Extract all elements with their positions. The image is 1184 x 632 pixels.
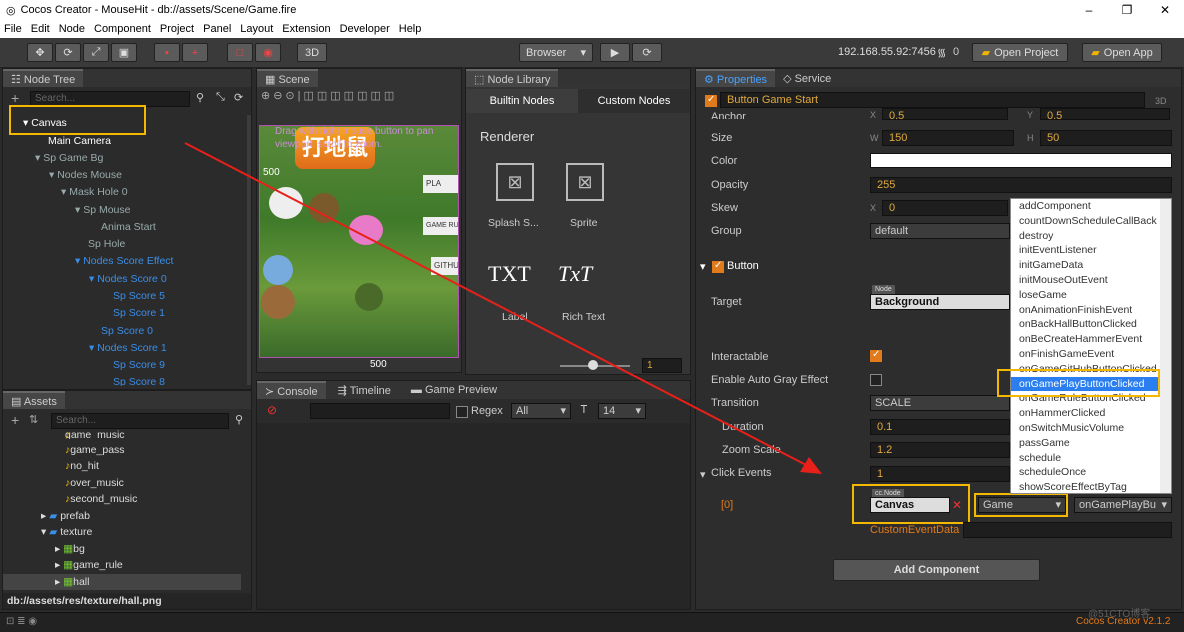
annotation-arrow bbox=[184, 142, 822, 474]
status-bar: ⊡ ≣ ◉ Cocos Creator v2.1.2 @51CTO博客 bbox=[0, 609, 1184, 632]
watermark: @51CTO博客 bbox=[1088, 609, 1151, 620]
status-icons: ⊡ ≣ ◉ bbox=[6, 616, 38, 627]
